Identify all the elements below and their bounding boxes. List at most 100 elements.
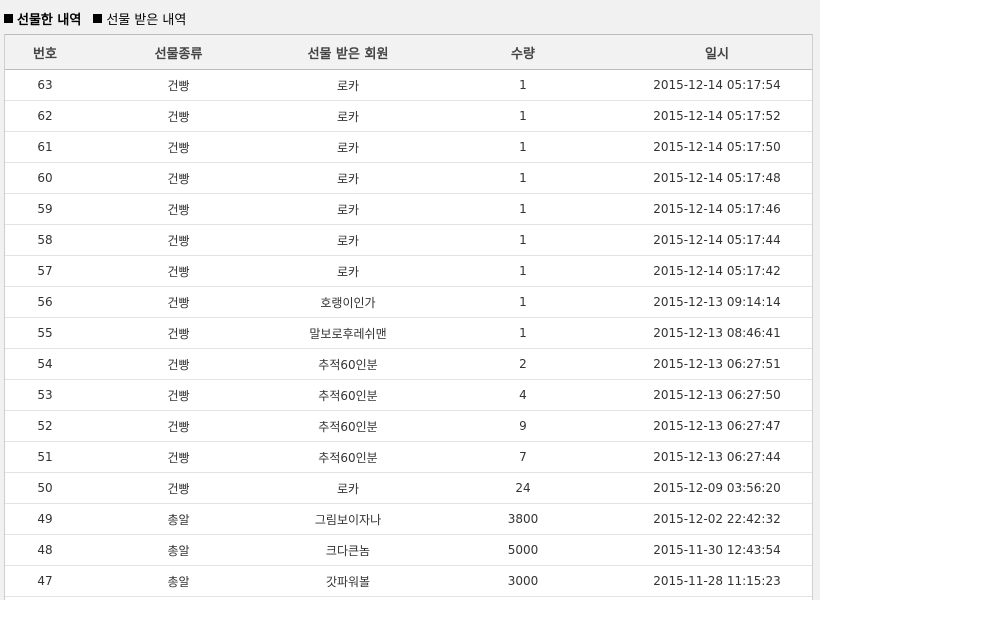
cell-gift-type: 건빵 — [85, 255, 272, 287]
header-gift-type: 선물종류 — [85, 35, 272, 70]
table-row: 56 건빵 호랭이인가 1 2015-12-13 09:14:14 — [5, 286, 812, 318]
table-row: 50 건빵 로카 24 2015-12-09 03:56:20 — [5, 472, 812, 504]
cell-gift-type: 총알 — [85, 503, 272, 535]
cell-gift-type: 건빵 — [85, 472, 272, 504]
header-quantity: 수량 — [424, 35, 622, 70]
cell-datetime: 2015-12-14 05:17:44 — [622, 224, 812, 256]
cell-number: 47 — [5, 565, 85, 597]
table-row: 48 총알 크다큰놈 5000 2015-11-30 12:43:54 — [5, 534, 812, 566]
table-row: 53 건빵 추적60인분 4 2015-12-13 06:27:50 — [5, 379, 812, 411]
cell-quantity: 1 — [424, 162, 622, 194]
cell-recipient: 로카 — [272, 255, 424, 287]
cell-number: 49 — [5, 503, 85, 535]
square-bullet-icon — [4, 13, 13, 23]
cell-datetime: 2015-12-13 08:46:41 — [622, 317, 812, 349]
table-row: 52 건빵 추적60인분 9 2015-12-13 06:27:47 — [5, 410, 812, 442]
cell-datetime: 2015-12-09 03:56:20 — [622, 472, 812, 504]
cell-datetime: 2015-12-14 05:17:50 — [622, 131, 812, 163]
cell-gift-type: 건빵 — [85, 131, 272, 163]
cell-datetime: 2015-12-13 06:27:50 — [622, 379, 812, 411]
cell-number: 51 — [5, 441, 85, 473]
table-row: 58 건빵 로카 1 2015-12-14 05:17:44 — [5, 224, 812, 256]
cell-quantity: 2 — [424, 348, 622, 380]
cell-gift-type: 총알 — [85, 565, 272, 597]
cell-datetime: 2015-11-28 11:15:23 — [622, 565, 812, 597]
cell-recipient: 로카 — [272, 472, 424, 504]
tab-label: 선물 받은 내역 — [106, 12, 187, 28]
cell-recipient: 호랭이인가 — [272, 286, 424, 318]
cell-number: 59 — [5, 193, 85, 225]
header-datetime: 일시 — [622, 35, 812, 70]
cell-datetime: 2015-12-14 05:17:42 — [622, 255, 812, 287]
cell-number: 57 — [5, 255, 85, 287]
cell-gift-type: 건빵 — [85, 348, 272, 380]
cell-quantity: 1 — [424, 131, 622, 163]
table-row: 61 건빵 로카 1 2015-12-14 05:17:50 — [5, 131, 812, 163]
table-row: 55 건빵 말보로후레쉬맨 1 2015-12-13 08:46:41 — [5, 317, 812, 349]
cell-datetime: 2015-12-02 22:42:32 — [622, 503, 812, 535]
cell-recipient: 추적60인분 — [272, 441, 424, 473]
cell-quantity: 3800 — [424, 503, 622, 535]
cell-number: 50 — [5, 472, 85, 504]
cell-datetime: 2015-11-30 12:43:54 — [622, 534, 812, 566]
table-row: 59 건빵 로카 1 2015-12-14 05:17:46 — [5, 193, 812, 225]
cell-quantity: 24 — [424, 472, 622, 504]
table-row: 54 건빵 추적60인분 2 2015-12-13 06:27:51 — [5, 348, 812, 380]
history-tabs: 선물한 내역 선물 받은 내역 — [4, 8, 198, 28]
cell-recipient: 추적60인분 — [272, 348, 424, 380]
cell-recipient: 추적60인분 — [272, 379, 424, 411]
cell-recipient: 로카 — [272, 69, 424, 101]
table-body: 63 건빵 로카 1 2015-12-14 05:17:54 62 건빵 로카 1 2015-12… — [5, 69, 812, 597]
tab-label: 선물한 내역 — [17, 12, 82, 28]
gift-history-table-container: 번호 선물종류 선물 받은 회원 수량 일시 63 건빵 로카 1 2015-12-14… — [4, 34, 813, 600]
cell-quantity: 1 — [424, 193, 622, 225]
cell-datetime: 2015-12-13 06:27:44 — [622, 441, 812, 473]
cell-recipient: 갓파워볼 — [272, 565, 424, 597]
cell-recipient: 로카 — [272, 224, 424, 256]
cell-gift-type: 건빵 — [85, 317, 272, 349]
tab-sent-gifts[interactable]: 선물한 내역 — [4, 9, 81, 28]
cell-number: 48 — [5, 534, 85, 566]
cell-quantity: 3000 — [424, 565, 622, 597]
table-row: 63 건빵 로카 1 2015-12-14 05:17:54 — [5, 69, 812, 101]
cell-datetime: 2015-12-14 05:17:46 — [622, 193, 812, 225]
cell-number: 63 — [5, 69, 85, 101]
cell-gift-type: 건빵 — [85, 286, 272, 318]
table-row: 49 총알 그림보이자나 3800 2015-12-02 22:42:32 — [5, 503, 812, 535]
square-bullet-icon — [93, 13, 103, 23]
cell-datetime: 2015-12-14 05:17:48 — [622, 162, 812, 194]
table-row: 60 건빵 로카 1 2015-12-14 05:17:48 — [5, 162, 812, 194]
header-number: 번호 — [5, 35, 85, 70]
cell-gift-type: 건빵 — [85, 69, 272, 101]
cell-quantity: 1 — [424, 100, 622, 132]
cell-gift-type: 건빵 — [85, 410, 272, 442]
cell-number: 55 — [5, 317, 85, 349]
cell-number: 56 — [5, 286, 85, 318]
cell-quantity: 1 — [424, 224, 622, 256]
cell-recipient: 크다큰놈 — [272, 534, 424, 566]
table-row: 47 총알 갓파워볼 3000 2015-11-28 11:15:23 — [5, 565, 812, 597]
cell-quantity: 7 — [424, 441, 622, 473]
tab-received-gifts[interactable]: 선물 받은 내역 — [93, 9, 186, 28]
table-row: 62 건빵 로카 1 2015-12-14 05:17:52 — [5, 100, 812, 132]
cell-datetime: 2015-12-14 05:17:52 — [622, 100, 812, 132]
cell-gift-type: 건빵 — [85, 100, 272, 132]
gift-history-table: 번호 선물종류 선물 받은 회원 수량 일시 63 건빵 로카 1 2015-12-14… — [5, 35, 812, 597]
gift-history-panel: 선물한 내역 선물 받은 내역 번호 선물종류 선물 받은 회원 수량 일시 6… — [0, 0, 820, 600]
cell-number: 54 — [5, 348, 85, 380]
table-header-row: 번호 선물종류 선물 받은 회원 수량 일시 — [5, 35, 812, 70]
cell-quantity: 1 — [424, 255, 622, 287]
cell-recipient: 로카 — [272, 131, 424, 163]
cell-quantity: 1 — [424, 286, 622, 318]
header-recipient: 선물 받은 회원 — [272, 35, 424, 70]
cell-gift-type: 건빵 — [85, 224, 272, 256]
cell-recipient: 로카 — [272, 193, 424, 225]
table-row: 57 건빵 로카 1 2015-12-14 05:17:42 — [5, 255, 812, 287]
cell-quantity: 1 — [424, 69, 622, 101]
cell-quantity: 9 — [424, 410, 622, 442]
cell-gift-type: 건빵 — [85, 441, 272, 473]
cell-datetime: 2015-12-13 06:27:47 — [622, 410, 812, 442]
cell-datetime: 2015-12-14 05:17:54 — [622, 69, 812, 101]
cell-number: 58 — [5, 224, 85, 256]
cell-number: 53 — [5, 379, 85, 411]
